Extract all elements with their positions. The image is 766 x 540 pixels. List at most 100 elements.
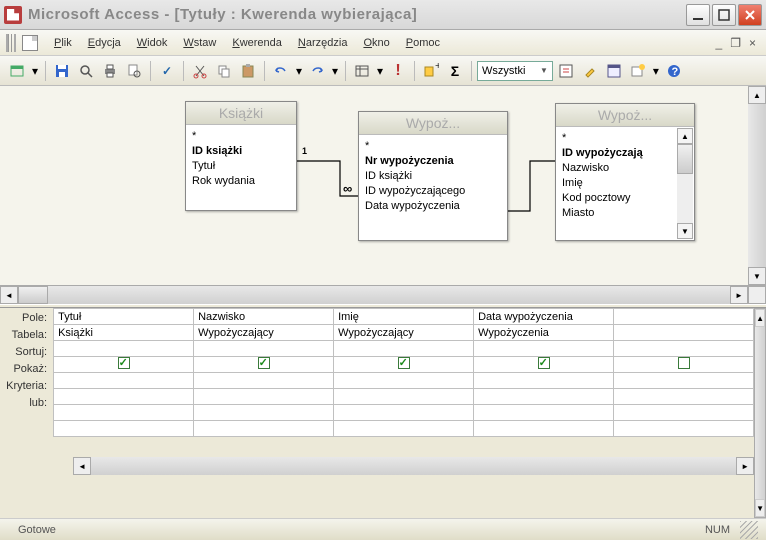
menu-kwerenda[interactable]: Kwerenda <box>224 33 290 53</box>
query-type-button[interactable] <box>351 60 373 82</box>
grid-cell-tabela[interactable]: Wypożyczający <box>334 325 474 341</box>
grid-cell-pokaz[interactable] <box>54 357 194 373</box>
table-header[interactable]: Książki <box>186 102 296 125</box>
scroll-left-icon[interactable]: ◄ <box>0 286 18 304</box>
grid-cell-e2[interactable] <box>54 421 194 437</box>
menu-edycja[interactable]: Edycja <box>80 33 129 53</box>
grid-cell-sortuj[interactable] <box>194 341 334 357</box>
grid-cell-e1[interactable] <box>474 405 614 421</box>
table-field[interactable]: * <box>192 129 290 144</box>
copy-button[interactable] <box>213 60 235 82</box>
table-field[interactable]: Kod pocztowy <box>562 191 672 206</box>
grid-cell-pole[interactable] <box>614 309 754 325</box>
show-checkbox[interactable] <box>678 357 690 369</box>
grid-cell-sortuj[interactable] <box>614 341 754 357</box>
grid-cell-lub[interactable] <box>194 389 334 405</box>
scroll-down-icon[interactable]: ▼ <box>755 499 765 517</box>
view-button[interactable] <box>6 60 28 82</box>
grid-cell-pole[interactable]: Nazwisko <box>194 309 334 325</box>
grid-cell-sortuj[interactable] <box>474 341 614 357</box>
grid-cell-pokaz[interactable] <box>474 357 614 373</box>
view-dropdown-button[interactable]: ▾ <box>30 60 40 82</box>
grid-cell-e2[interactable] <box>474 421 614 437</box>
table-field[interactable]: Nr wypożyczenia <box>365 154 501 169</box>
undo-button[interactable] <box>270 60 292 82</box>
grid-cell-e1[interactable] <box>194 405 334 421</box>
grid-cell-pokaz[interactable] <box>334 357 474 373</box>
table-field[interactable]: ID wypożyczającego <box>365 184 501 199</box>
table-field[interactable]: ID książki <box>192 144 290 159</box>
table-field[interactable]: * <box>365 139 501 154</box>
save-button[interactable] <box>51 60 73 82</box>
build-button[interactable] <box>579 60 601 82</box>
table-field[interactable]: Data wypożyczenia <box>365 199 501 214</box>
grid-cell-tabela[interactable]: Wypożyczenia <box>474 325 614 341</box>
table-box-0[interactable]: Książki *ID książkiTytułRok wydania <box>185 101 297 211</box>
table-box-2[interactable]: Wypoż...*ID wypożyczająNazwiskoImięKod p… <box>555 103 695 241</box>
properties-button[interactable] <box>555 60 577 82</box>
combo-arrow-icon[interactable]: ▼ <box>540 66 548 75</box>
grid-cell-sortuj[interactable] <box>334 341 474 357</box>
redo-dropdown[interactable]: ▾ <box>330 60 340 82</box>
grid-cell-e1[interactable] <box>614 405 754 421</box>
show-checkbox[interactable] <box>538 357 550 369</box>
print-preview-button[interactable] <box>123 60 145 82</box>
table-field[interactable]: Tytuł <box>192 159 290 174</box>
table-box-1[interactable]: Wypoż...*Nr wypożyczeniaID książkiID wyp… <box>358 111 508 241</box>
scroll-right-icon[interactable]: ► <box>730 286 748 304</box>
minimize-button[interactable] <box>686 4 710 26</box>
menu-pomoc[interactable]: Pomoc <box>398 33 448 53</box>
scroll-left-icon[interactable]: ◄ <box>73 457 91 475</box>
spelling-button[interactable]: ✓ <box>156 60 178 82</box>
scroll-up-icon[interactable]: ▲ <box>748 86 766 104</box>
table-field[interactable]: Rok wydania <box>192 174 290 189</box>
new-object-button[interactable] <box>627 60 649 82</box>
menu-okno[interactable]: Okno <box>355 33 397 53</box>
toolbar-handle-icon[interactable] <box>6 34 16 52</box>
menu-widok[interactable]: Widok <box>129 33 176 53</box>
grid-cell-kryteria[interactable] <box>334 373 474 389</box>
grid-cell-lub[interactable] <box>474 389 614 405</box>
cut-button[interactable] <box>189 60 211 82</box>
run-button[interactable]: ! <box>387 60 409 82</box>
table-field[interactable]: ID wypożyczają <box>562 146 672 161</box>
table-field[interactable]: ID książki <box>365 169 501 184</box>
grid-cell-kryteria[interactable] <box>54 373 194 389</box>
grid-cell-pokaz[interactable] <box>614 357 754 373</box>
maximize-button[interactable] <box>712 4 736 26</box>
grid-vscroll[interactable]: ▲ ▼ <box>754 308 766 518</box>
menu-wstaw[interactable]: Wstaw <box>175 33 224 53</box>
grid-cell-pole[interactable]: Data wypożyczenia <box>474 309 614 325</box>
table-field[interactable]: Nazwisko <box>562 161 672 176</box>
grid-cell-e1[interactable] <box>334 405 474 421</box>
mdi-restore-button[interactable]: ❐ <box>726 36 745 50</box>
scroll-right-icon[interactable]: ► <box>736 457 754 475</box>
diagram-hscroll[interactable]: ◄ ► <box>0 286 766 304</box>
show-checkbox[interactable] <box>118 357 130 369</box>
resize-grip-icon[interactable] <box>740 521 758 539</box>
help-button[interactable]: ? <box>663 60 685 82</box>
diagram-pane[interactable]: 1 ∞ Książki*ID książkiTytułRok wydaniaWy… <box>0 86 766 286</box>
top-values-input[interactable] <box>482 65 534 77</box>
grid-cell-tabela[interactable]: Książki <box>54 325 194 341</box>
scroll-down-icon[interactable]: ▼ <box>748 267 766 285</box>
print-button[interactable] <box>99 60 121 82</box>
scroll-up-icon[interactable]: ▲ <box>755 309 765 327</box>
totals-button[interactable]: Σ <box>444 60 466 82</box>
grid-cell-lub[interactable] <box>54 389 194 405</box>
grid-cell-kryteria[interactable] <box>194 373 334 389</box>
grid-cell-kryteria[interactable] <box>474 373 614 389</box>
new-object-dropdown[interactable]: ▾ <box>651 60 661 82</box>
database-window-button[interactable] <box>603 60 625 82</box>
table-header[interactable]: Wypoż... <box>556 104 694 127</box>
menu-narzędzia[interactable]: Narzędzia <box>290 33 356 53</box>
grid-cell-e2[interactable] <box>614 421 754 437</box>
undo-dropdown[interactable]: ▾ <box>294 60 304 82</box>
grid-cell-e2[interactable] <box>334 421 474 437</box>
paste-button[interactable] <box>237 60 259 82</box>
mdi-close-button[interactable]: × <box>745 36 760 50</box>
grid-cell-e1[interactable] <box>54 405 194 421</box>
query-type-dropdown[interactable]: ▾ <box>375 60 385 82</box>
table-field[interactable]: Imię <box>562 176 672 191</box>
grid-hscroll[interactable]: ◄ ► <box>73 457 754 475</box>
